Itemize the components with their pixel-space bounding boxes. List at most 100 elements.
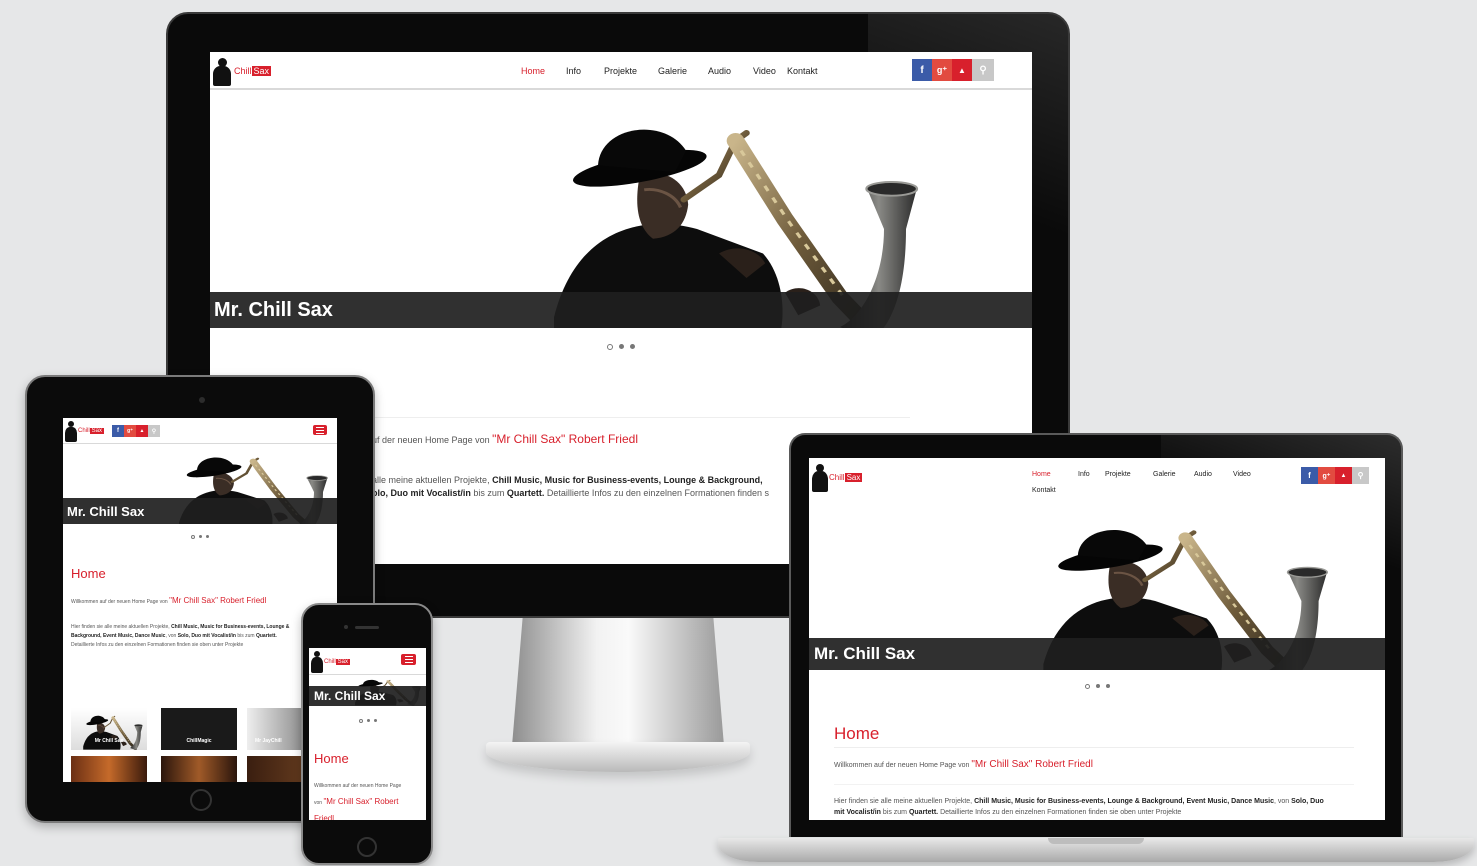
slider-dot[interactable] [191, 535, 195, 539]
google-plus-icon[interactable]: g⁺ [1318, 467, 1335, 484]
nav-info[interactable]: Info [566, 66, 604, 76]
intro-text: Hier finden sie alle meine aktuellen Pro… [71, 624, 290, 648]
google-plus-icon[interactable]: g⁺ [124, 425, 136, 437]
gallery-label: Mr Chill Sax [94, 738, 124, 744]
logo-sax-text: Sax [335, 658, 351, 665]
laptop-notch [1048, 838, 1144, 844]
main-menu: Home Info Projekte Galerie Audio Video K… [521, 66, 818, 76]
monitor-stand [512, 618, 724, 746]
facebook-icon[interactable]: f [912, 59, 932, 81]
slider-dot[interactable] [630, 344, 635, 349]
youtube-icon[interactable]: ▲ [952, 59, 972, 81]
social-bar: f g⁺ ▲ ⚲ [112, 425, 160, 437]
nav-audio[interactable]: Audio [708, 66, 753, 76]
monitor-base [486, 742, 750, 772]
welcome-text: Willkommen auf der neuen Home Page von "… [834, 759, 1093, 770]
laptop-screen: Chill Sax Home Info Projekte Galerie Aud… [809, 458, 1385, 820]
tablet-home-button[interactable] [190, 789, 212, 811]
desktop-navbar: Chill Sax Home Info Projekte Galerie Aud… [210, 52, 1032, 90]
nav-galerie[interactable]: Galerie [1153, 471, 1194, 478]
welcome-prefix: uf der neuen Home Page von [372, 435, 493, 445]
gallery-item[interactable] [161, 756, 237, 782]
site-logo[interactable]: Chill Sax [811, 462, 863, 492]
slider-dots [63, 535, 337, 539]
phone-home-button[interactable] [357, 837, 377, 857]
main-menu: Home Info Projekte Galerie Audio Video K… [1032, 471, 1272, 494]
welcome-highlight: "Mr Chill Sax" Robert Friedl [492, 432, 638, 446]
youtube-icon[interactable]: ▲ [136, 425, 148, 437]
slider-dot[interactable] [1095, 684, 1100, 688]
phone-navbar: Chill Sax [309, 648, 426, 675]
phone-camera [344, 625, 348, 629]
slider-dots [309, 719, 426, 723]
welcome-text: Willkommen auf der neuen Home Page von "… [314, 779, 409, 820]
search-icon[interactable]: ⚲ [1352, 467, 1369, 484]
nav-info[interactable]: Info [1078, 471, 1105, 478]
nav-home[interactable]: Home [521, 66, 566, 76]
hero-caption: Mr. Chill Sax [210, 292, 1032, 328]
menu-toggle-button[interactable] [401, 654, 416, 665]
slider-dot[interactable] [607, 344, 613, 350]
gallery-label: Mr JayChill [255, 738, 282, 744]
site-logo[interactable]: Chill Sax [64, 420, 105, 442]
nav-kontakt[interactable]: Kontakt [1032, 487, 1056, 494]
slider-dot[interactable] [358, 719, 363, 723]
saxophonist-logo-icon [310, 650, 324, 673]
slider-dots [809, 684, 1385, 689]
gallery-item[interactable] [71, 756, 147, 782]
social-bar: f g⁺ ▲ ⚲ [912, 59, 994, 81]
hero-slider[interactable]: Mr. Chill Sax [809, 502, 1385, 670]
facebook-icon[interactable]: f [112, 425, 124, 437]
slider-dot[interactable] [1084, 684, 1090, 689]
smartphone-screen: Chill Sax Mr. Chill Sax Home Willkommen … [309, 648, 426, 820]
nav-projekte[interactable]: Projekte [604, 66, 658, 76]
welcome-text: Willkommen auf der neuen Home Page von "… [71, 596, 266, 605]
page-title: Home [834, 724, 880, 743]
slider-dot[interactable] [373, 719, 377, 722]
slider-dot[interactable] [1105, 684, 1110, 688]
logo-chill-text: Chill [234, 66, 252, 76]
nav-home[interactable]: Home [1032, 471, 1078, 478]
intro-text: Hier finden sie alle meine aktuellen Pro… [834, 798, 1324, 816]
gallery-label: ChillMagic [186, 738, 212, 744]
youtube-icon[interactable]: ▲ [1335, 467, 1352, 484]
slider-dot[interactable] [199, 535, 202, 538]
hero-caption-text: Mr. Chill Sax [314, 689, 386, 703]
site-logo[interactable]: Chill Sax [212, 56, 272, 86]
welcome-highlight: "Mr Chill Sax" Robert Friedl [314, 797, 399, 820]
tablet-navbar: Chill Sax f g⁺ ▲ ⚲ [63, 418, 337, 444]
gallery-grid: Mr Chill Sax ChillMagic Mr JayChill [71, 708, 337, 782]
hero-caption: Mr. Chill Sax [309, 686, 426, 706]
slider-dot[interactable] [206, 535, 209, 538]
hero-slider[interactable]: Mr. Chill Sax [210, 92, 1032, 328]
hero-caption: Mr. Chill Sax [809, 638, 1385, 670]
hero-caption-text: Mr. Chill Sax [814, 644, 916, 663]
search-icon[interactable]: ⚲ [972, 59, 994, 81]
logo-sax-text: Sax [844, 472, 863, 482]
welcome-text: uf der neuen Home Page von "Mr Chill Sax… [372, 432, 638, 446]
nav-video[interactable]: Video [753, 66, 787, 76]
nav-audio[interactable]: Audio [1194, 471, 1233, 478]
gallery-item[interactable]: Mr Chill Sax [71, 708, 147, 750]
tablet-screen: Chill Sax f g⁺ ▲ ⚲ Mr. Chill Sax Home Wi… [63, 418, 337, 782]
logo-sax-text: Sax [89, 428, 105, 434]
search-icon[interactable]: ⚲ [148, 425, 160, 437]
phone-speaker [355, 626, 379, 629]
hero-slider[interactable]: Mr. Chill Sax [63, 445, 337, 524]
gallery-item[interactable]: ChillMagic [161, 708, 237, 750]
nav-galerie[interactable]: Galerie [658, 66, 708, 76]
nav-kontakt[interactable]: Kontakt [787, 66, 818, 76]
hero-slider[interactable]: Mr. Chill Sax [309, 676, 426, 706]
slider-dot[interactable] [619, 344, 624, 349]
welcome-prefix: Willkommen auf der neuen Home Page von [71, 599, 170, 605]
site-logo[interactable]: Chill Sax [310, 650, 351, 673]
slider-dot[interactable] [366, 719, 370, 722]
facebook-icon[interactable]: f [1301, 467, 1318, 484]
google-plus-icon[interactable]: g⁺ [932, 59, 952, 81]
welcome-highlight: "Mr Chill Sax" Robert Friedl [971, 759, 1093, 770]
nav-projekte[interactable]: Projekte [1105, 471, 1153, 478]
menu-toggle-button[interactable] [313, 425, 327, 435]
logo-sax-text: Sax [251, 66, 272, 76]
social-bar: f g⁺ ▲ ⚲ [1301, 467, 1369, 484]
nav-video[interactable]: Video [1233, 471, 1263, 478]
